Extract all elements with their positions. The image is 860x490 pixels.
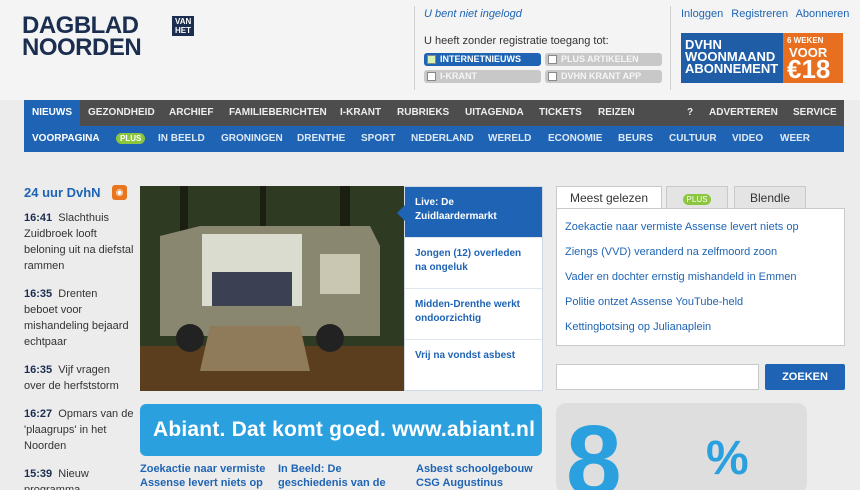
logo-line-2: NOORDEN <box>22 34 142 61</box>
check-icon <box>427 55 436 64</box>
list-item[interactable]: Zoekactie naar vermiste Assense levert n… <box>565 215 836 240</box>
nav-uitagenda[interactable]: UITAGENDA <box>457 100 532 126</box>
main-nav: NIEUWS GEZONDHEID ARCHIEF FAMILIEBERICHT… <box>24 100 844 126</box>
checkbox-icon <box>548 72 557 81</box>
hero-headline-active[interactable]: Live: De Zuidlaardermarkt <box>397 187 542 238</box>
list-item[interactable]: Vader en dochter ernstig mishandeld in E… <box>565 265 836 290</box>
hero-headlines: Live: De Zuidlaardermarkt Jongen (12) ov… <box>397 186 543 391</box>
subnav-beurs[interactable]: BEURS <box>610 126 661 152</box>
nav-familieberichten[interactable]: FAMILIEBERICHTEN <box>221 100 335 126</box>
rss-icon[interactable]: ◉ <box>112 185 127 200</box>
subnav-wereld[interactable]: WERELD <box>480 126 539 152</box>
account-links: Inloggen Registreren Abonneren <box>681 8 854 20</box>
subscription-promo[interactable]: DVHN WOONMAAND ABONNEMENT 6 WEKEN VOOR €… <box>681 33 843 83</box>
search-input[interactable] <box>556 364 759 390</box>
subnav-drenthe[interactable]: DRENTHE <box>289 126 353 152</box>
subnav-video[interactable]: VIDEO <box>724 126 771 152</box>
popular-tabs: Meest gelezen PLUS Blendle <box>556 186 846 209</box>
divider <box>414 6 415 90</box>
site-logo[interactable]: DAGBLAD NOORDEN VAN HET <box>22 12 202 62</box>
teaser-3[interactable]: Asbest schoolgebouw CSG Augustinus <box>416 462 533 490</box>
tab-meest-gelezen[interactable]: Meest gelezen <box>556 186 662 209</box>
checkbox-icon <box>427 72 436 81</box>
statistic-ad[interactable]: 8 % <box>556 403 807 490</box>
stat-percent: % <box>706 432 749 485</box>
nav-adverteren[interactable]: ADVERTEREN <box>701 100 786 126</box>
hero-headline[interactable]: Midden-Drenthe werkt ondoorzichtig <box>405 289 542 340</box>
tab-plus[interactable]: PLUS <box>666 186 728 208</box>
latest-news-column: 24 uur DvhN ◉ 16:41 Slachthuis Zuidbroek… <box>24 185 134 490</box>
register-link[interactable]: Registreren <box>731 8 788 20</box>
list-item[interactable]: Politie ontzet Assense YouTube-held <box>565 290 836 315</box>
logo-van-het: VAN HET <box>172 16 195 36</box>
list-item[interactable]: 15:39 Nieuw programma <box>24 466 134 490</box>
list-item[interactable]: 16:35 Vijf vragen over de herfststorm <box>24 362 134 394</box>
stat-number: 8 <box>566 405 622 490</box>
subnav-weer[interactable]: WEER <box>772 126 818 152</box>
subnav-economie[interactable]: ECONOMIE <box>540 126 610 152</box>
advertisement-banner[interactable]: Abiant. Dat komt goed. www.abiant.nl <box>140 404 542 456</box>
hero-photo[interactable] <box>140 186 404 391</box>
promo-price-badge: 6 WEKEN VOOR €18 <box>783 33 843 83</box>
plus-badge: PLUS <box>116 133 146 144</box>
list-item[interactable]: Ziengs (VVD) veranderd na zelfmoord zoon <box>565 240 836 265</box>
checkbox-icon <box>548 55 557 64</box>
access-plus-artikelen[interactable]: PLUS ARTIKELEN <box>545 53 662 66</box>
subnav-plus[interactable]: PLUS <box>108 126 153 152</box>
login-link[interactable]: Inloggen <box>681 8 723 20</box>
subnav-cultuur[interactable]: CULTUUR <box>661 126 725 152</box>
login-status: U bent niet ingelogd <box>424 8 522 20</box>
list-item[interactable]: 16:27 Opmars van de 'plaagrups' in het N… <box>24 406 134 454</box>
promo-text: DVHN WOONMAAND ABONNEMENT <box>685 37 779 76</box>
divider <box>670 6 671 90</box>
subnav-sport[interactable]: SPORT <box>353 126 403 152</box>
access-internetnieuws[interactable]: INTERNETNIEUWS <box>424 53 541 66</box>
site-header: DAGBLAD NOORDEN VAN HET U bent niet ingel… <box>0 0 860 100</box>
subnav-voorpagina[interactable]: VOORPAGINA <box>24 126 108 152</box>
access-i-krant[interactable]: I-KRANT <box>424 70 541 83</box>
registration-text: U heeft zonder registratie toegang tot: <box>424 35 609 47</box>
teaser-1[interactable]: Zoekactie naar vermiste Assense levert ni… <box>140 462 265 490</box>
nav-i-krant[interactable]: I-KRANT <box>332 100 389 126</box>
hero-headline[interactable]: Jongen (12) overleden na ongeluk <box>405 238 542 289</box>
list-item[interactable]: Kettingbotsing op Julianaplein <box>565 315 836 340</box>
nav-help[interactable]: ? <box>679 100 701 126</box>
subscribe-link[interactable]: Abonneren <box>796 8 850 20</box>
tab-blendle[interactable]: Blendle <box>734 186 806 208</box>
nav-rubrieks[interactable]: RUBRIEKS <box>389 100 457 126</box>
subnav-in-beeld[interactable]: IN BEELD <box>150 126 213 152</box>
horse-trailer-photo <box>140 186 404 391</box>
list-item[interactable]: 16:41 Slachthuis Zuidbroek looft belonin… <box>24 210 134 274</box>
nav-reizen[interactable]: REIZEN <box>590 100 643 126</box>
nav-service[interactable]: SERVICE <box>785 100 845 126</box>
subnav-nederland[interactable]: NEDERLAND <box>403 126 482 152</box>
access-dvhn-krant-app[interactable]: DVHN KRANT APP <box>545 70 662 83</box>
plus-badge: PLUS <box>682 194 712 205</box>
latest-news-list: 16:41 Slachthuis Zuidbroek looft belonin… <box>24 210 134 490</box>
nav-gezondheid[interactable]: GEZONDHEID <box>80 100 163 126</box>
most-read-list: Zoekactie naar vermiste Assense levert n… <box>556 208 845 346</box>
nav-archief[interactable]: ARCHIEF <box>161 100 221 126</box>
nav-nieuws[interactable]: NIEUWS <box>24 100 80 126</box>
nav-tickets[interactable]: TICKETS <box>531 100 590 126</box>
search-button[interactable]: ZOEKEN <box>765 364 845 390</box>
list-item[interactable]: 16:35 Drenten beboet voor mishandeling b… <box>24 286 134 350</box>
sub-nav: VOORPAGINA PLUS IN BEELD GRONINGEN DRENT… <box>24 126 844 152</box>
subnav-groningen[interactable]: GRONINGEN <box>213 126 291 152</box>
hero-headline[interactable]: Vrij na vondst asbest <box>405 340 542 391</box>
teaser-2[interactable]: In Beeld: De geschiedenis van de <box>278 462 386 490</box>
